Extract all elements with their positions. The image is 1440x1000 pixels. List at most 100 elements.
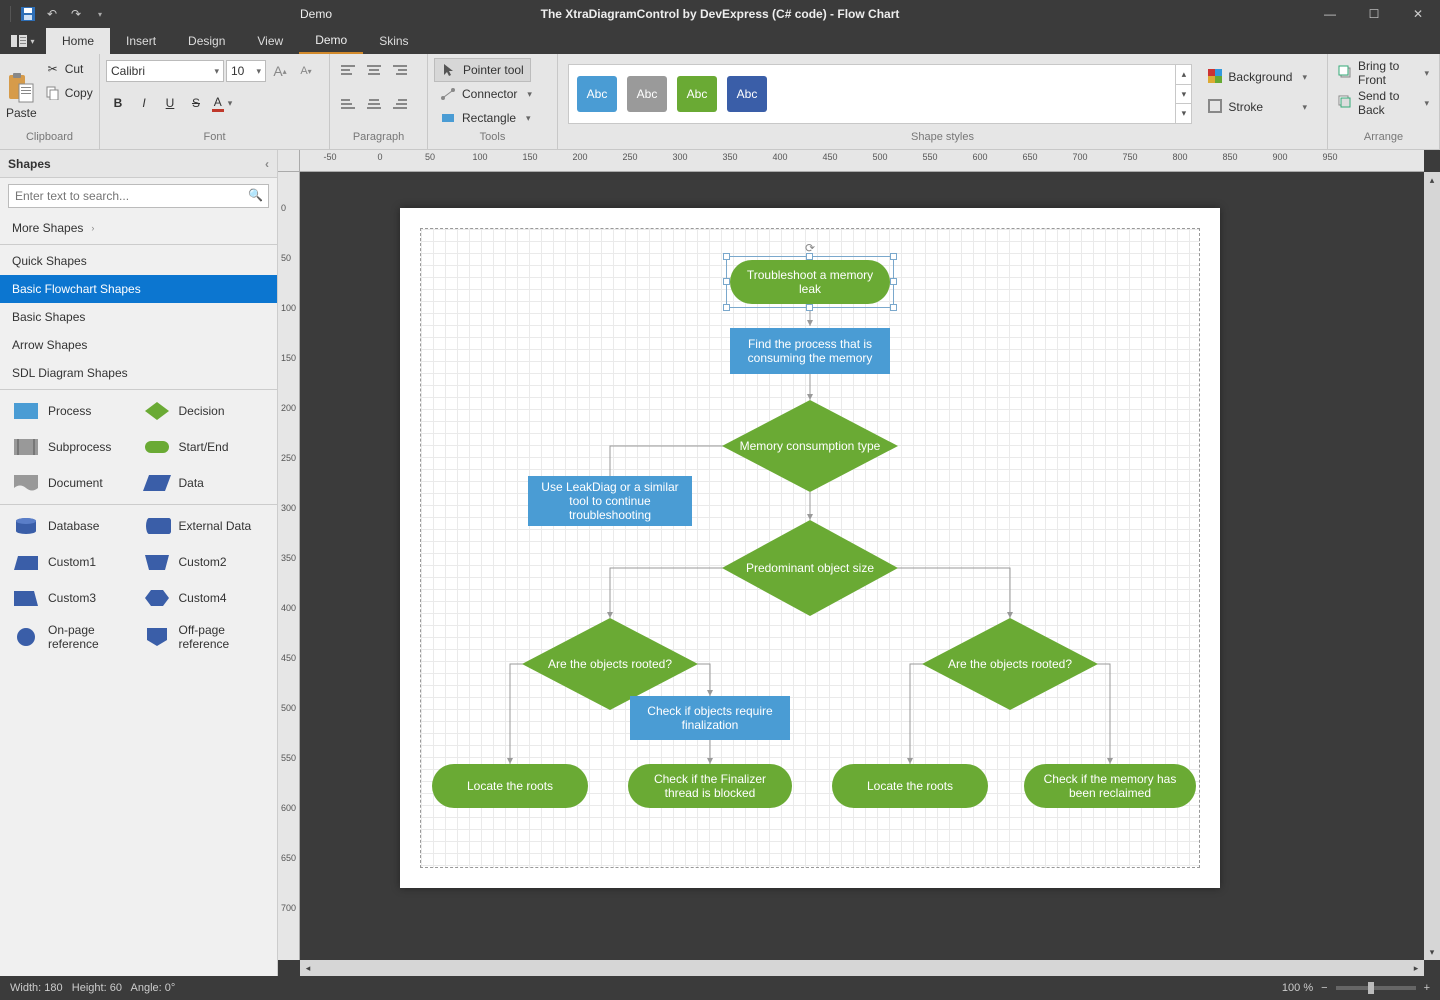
stroke-button[interactable]: Stroke▾ xyxy=(1200,94,1315,120)
maximize-button[interactable]: ☐ xyxy=(1352,0,1396,28)
shape-onpage-ref[interactable]: On-page reference xyxy=(12,623,135,651)
zoom-slider[interactable] xyxy=(1336,986,1416,990)
horizontal-scrollbar[interactable]: ◂ ▸ xyxy=(300,960,1424,976)
copy-button[interactable]: Copy xyxy=(41,82,97,104)
shape-custom1[interactable]: Custom1 xyxy=(12,551,135,573)
shape-process[interactable]: Process xyxy=(12,400,135,422)
style-swatch-darkblue[interactable]: Abc xyxy=(727,76,767,112)
zoom-in-button[interactable]: + xyxy=(1424,982,1430,994)
italic-button[interactable]: I xyxy=(132,92,156,114)
cat-sdl-shapes[interactable]: SDL Diagram Shapes xyxy=(0,359,277,387)
file-tab[interactable]: ▾ xyxy=(0,28,46,54)
zoom-out-button[interactable]: − xyxy=(1321,982,1327,994)
minimize-button[interactable]: — xyxy=(1308,0,1352,28)
cut-button[interactable]: ✂Cut xyxy=(41,58,97,80)
shape-subprocess[interactable]: Subprocess xyxy=(12,436,135,458)
cat-basic-shapes[interactable]: Basic Shapes xyxy=(0,303,277,331)
tab-skins[interactable]: Skins xyxy=(363,28,424,54)
collapse-icon[interactable]: ‹ xyxy=(265,157,269,171)
shape-document[interactable]: Document xyxy=(12,472,135,494)
align-top-right-button[interactable] xyxy=(388,60,412,82)
node-label: Use LeakDiag or a similar tool to contin… xyxy=(536,480,684,522)
tab-home[interactable]: Home xyxy=(46,28,110,54)
underline-button[interactable]: U xyxy=(158,92,182,114)
redo-icon[interactable]: ↷ xyxy=(67,5,85,23)
send-to-back-button[interactable]: Send to Back▾ xyxy=(1334,90,1433,116)
shape-label: Custom3 xyxy=(48,591,96,605)
node-predominant-size[interactable]: Predominant object size xyxy=(722,520,898,616)
bold-button[interactable]: B xyxy=(106,92,130,114)
shape-decision[interactable]: Decision xyxy=(143,400,266,422)
shape-offpage-ref[interactable]: Off-page reference xyxy=(143,623,266,651)
font-family-combo[interactable]: Calibri▾ xyxy=(106,60,224,82)
shape-external-data[interactable]: External Data xyxy=(143,515,266,537)
group-paragraph-label: Paragraph xyxy=(330,131,427,149)
font-size-combo[interactable]: 10▾ xyxy=(226,60,266,82)
background-button[interactable]: Background▾ xyxy=(1200,64,1315,90)
node-finalizer-blocked[interactable]: Check if the Finalizer thread is blocked xyxy=(628,764,792,808)
canvas-viewport[interactable]: Troubleshoot a memory leak ⟳ Find the pr… xyxy=(300,172,1424,960)
style-swatch-gray[interactable]: Abc xyxy=(627,76,667,112)
tab-insert[interactable]: Insert xyxy=(110,28,172,54)
gallery-scrollbar[interactable]: ▴▾▾ xyxy=(1175,65,1191,123)
style-gallery[interactable]: Abc Abc Abc Abc ▴▾▾ xyxy=(568,64,1192,124)
search-icon[interactable]: 🔍 xyxy=(248,188,263,202)
shape-database[interactable]: Database xyxy=(12,515,135,537)
group-tools: Pointer tool Connector▾ Rectangle▾ Tools xyxy=(428,54,558,149)
align-bottom-left-button[interactable] xyxy=(336,92,360,114)
align-top-left-button[interactable] xyxy=(336,60,360,82)
font-color-button[interactable]: A▾ xyxy=(210,92,234,114)
shape-data[interactable]: Data xyxy=(143,472,266,494)
rectangle-tool-button[interactable]: Rectangle▾ xyxy=(434,106,537,130)
style-swatch-blue[interactable]: Abc xyxy=(577,76,617,112)
scroll-left-icon[interactable]: ◂ xyxy=(300,961,316,977)
shape-custom4[interactable]: Custom4 xyxy=(143,587,266,609)
node-memory-type[interactable]: Memory consumption type xyxy=(722,400,898,492)
align-top-center-button[interactable] xyxy=(362,60,386,82)
scroll-right-icon[interactable]: ▸ xyxy=(1408,960,1424,976)
gallery-up-icon[interactable]: ▴ xyxy=(1176,65,1191,85)
pointer-tool-button[interactable]: Pointer tool xyxy=(434,58,531,82)
cat-quick-shapes[interactable]: Quick Shapes xyxy=(0,247,277,275)
scroll-up-icon[interactable]: ▴ xyxy=(1424,172,1440,188)
node-memory-reclaimed[interactable]: Check if the memory has been reclaimed xyxy=(1024,764,1196,808)
node-locate-roots-1[interactable]: Locate the roots xyxy=(432,764,588,808)
tab-demo[interactable]: Demo xyxy=(299,28,363,54)
shape-custom2[interactable]: Custom2 xyxy=(143,551,266,573)
connector-tool-button[interactable]: Connector▾ xyxy=(434,82,538,106)
node-find-process[interactable]: Find the process that is consuming the m… xyxy=(730,328,890,374)
qat-dropdown-icon[interactable]: ▾ xyxy=(91,5,109,23)
style-swatch-green[interactable]: Abc xyxy=(677,76,717,112)
vertical-scrollbar[interactable]: ▴ ▾ xyxy=(1424,172,1440,960)
ruler-vertical: 0501001502002503003504004505005506006507… xyxy=(278,172,300,960)
node-leakdiag[interactable]: Use LeakDiag or a similar tool to contin… xyxy=(528,476,692,526)
gallery-down-icon[interactable]: ▾ xyxy=(1176,85,1191,105)
align-bottom-right-button[interactable] xyxy=(388,92,412,114)
cat-arrow-shapes[interactable]: Arrow Shapes xyxy=(0,331,277,359)
strikethrough-button[interactable]: S xyxy=(184,92,208,114)
chevron-down-icon: ▾ xyxy=(256,66,261,77)
scroll-down-icon[interactable]: ▾ xyxy=(1424,944,1440,960)
shape-custom3[interactable]: Custom3 xyxy=(12,587,135,609)
grow-font-button[interactable]: A▴ xyxy=(268,60,292,82)
shapes-search-input[interactable] xyxy=(8,184,269,208)
shape-startend[interactable]: Start/End xyxy=(143,436,266,458)
close-button[interactable]: ✕ xyxy=(1396,0,1440,28)
save-icon[interactable] xyxy=(19,5,37,23)
align-bottom-center-button[interactable] xyxy=(362,92,386,114)
diagram-paper[interactable]: Troubleshoot a memory leak ⟳ Find the pr… xyxy=(400,208,1220,888)
paste-button[interactable]: Paste xyxy=(6,58,37,122)
shrink-font-button[interactable]: A▾ xyxy=(294,60,318,82)
tab-design[interactable]: Design xyxy=(172,28,241,54)
bring-to-front-button[interactable]: Bring to Front▾ xyxy=(1334,60,1433,86)
cat-basic-flowchart[interactable]: Basic Flowchart Shapes xyxy=(0,275,277,303)
node-check-finalization[interactable]: Check if objects require finalization xyxy=(630,696,790,740)
undo-icon[interactable]: ↶ xyxy=(43,5,61,23)
gallery-more-icon[interactable]: ▾ xyxy=(1176,104,1191,123)
node-locate-roots-2[interactable]: Locate the roots xyxy=(832,764,988,808)
shape-label: Custom4 xyxy=(179,591,227,605)
node-rooted-right[interactable]: Are the objects rooted? xyxy=(922,618,1098,710)
tab-view[interactable]: View xyxy=(241,28,299,54)
cat-more-shapes[interactable]: More Shapes› xyxy=(0,214,277,242)
selection-box[interactable]: ⟳ xyxy=(726,256,894,308)
